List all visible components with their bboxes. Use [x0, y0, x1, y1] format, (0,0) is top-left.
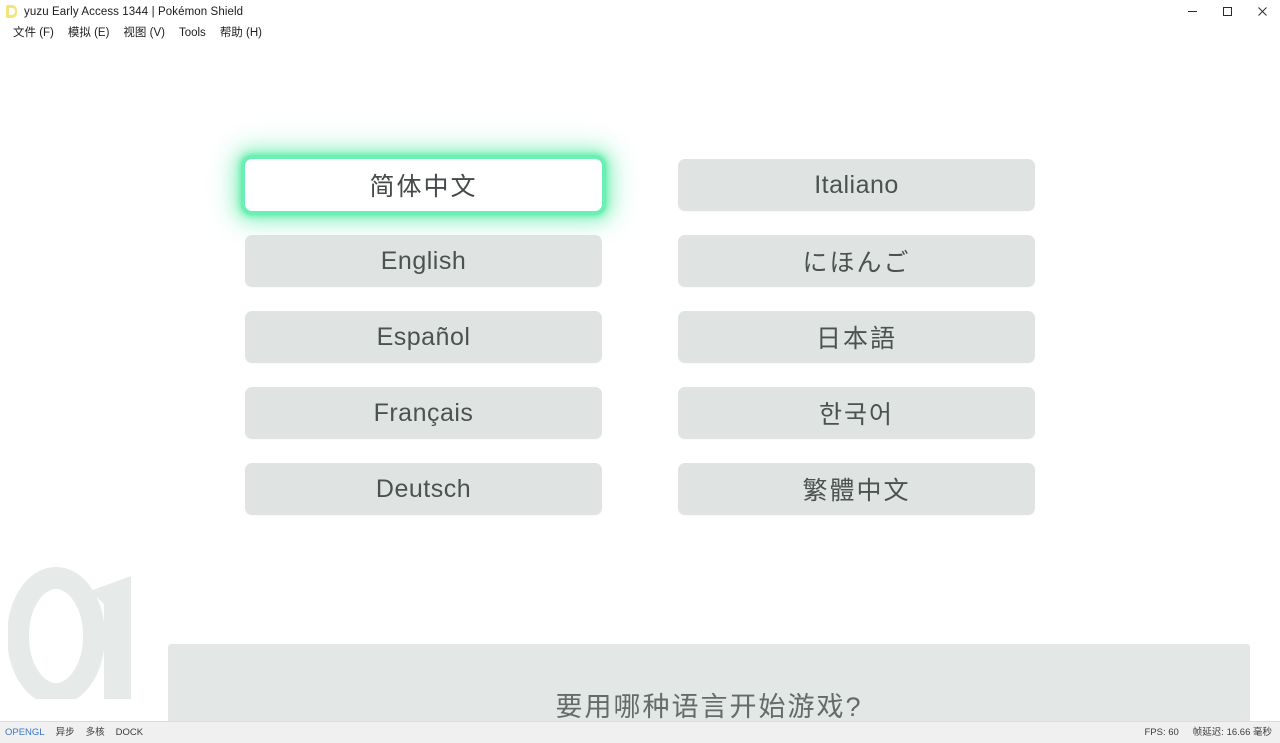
language-button-label: 日本語 — [815, 325, 897, 353]
language-select-grid: 简体中文 Italiano English にほんご Español 日本語 F… — [245, 159, 1035, 515]
status-dock-mode[interactable]: DOCK — [116, 727, 143, 738]
language-button-label: English — [380, 246, 467, 275]
menu-item-help[interactable]: 帮助 (H) — [213, 25, 269, 42]
close-button[interactable] — [1245, 0, 1280, 23]
yuzu-logo-icon — [5, 5, 18, 18]
language-button-label: Español — [376, 322, 471, 351]
menu-bar: 文件 (F) 模拟 (E) 视图 (V) Tools 帮助 (H) — [0, 24, 1280, 44]
game-render-surface[interactable]: 简体中文 Italiano English にほんご Español 日本語 F… — [0, 44, 1280, 721]
language-button-label: 繁體中文 — [802, 477, 911, 505]
menu-item-file[interactable]: 文件 (F) — [6, 25, 61, 42]
chapter-number-watermark — [8, 567, 131, 699]
status-bar-right: FPS: 60 帧延迟: 16.66 毫秒 — [1144, 727, 1272, 738]
menu-item-emulation[interactable]: 模拟 (E) — [61, 25, 117, 42]
maximize-button[interactable] — [1210, 0, 1245, 23]
language-button-label: Français — [373, 398, 474, 427]
language-button-english[interactable]: English — [245, 235, 602, 287]
prompt-text: 要用哪种语言开始游戏? — [555, 691, 863, 722]
language-button-traditional-chinese[interactable]: 繁體中文 — [678, 463, 1035, 515]
language-button-espanol[interactable]: Español — [245, 311, 602, 363]
language-button-label: にほんご — [802, 249, 911, 277]
menu-item-tools[interactable]: Tools — [172, 25, 213, 42]
language-button-korean[interactable]: 한국어 — [678, 387, 1035, 439]
title-bar: yuzu Early Access 1344 | Pokémon Shield — [0, 0, 1280, 24]
window-title: yuzu Early Access 1344 | Pokémon Shield — [24, 5, 244, 18]
language-button-francais[interactable]: Français — [245, 387, 602, 439]
language-button-label: 简体中文 — [369, 173, 478, 201]
yuzu-emulator-window: yuzu Early Access 1344 | Pokémon Shield … — [0, 0, 1280, 743]
prompt-panel: 要用哪种语言开始游戏? — [168, 644, 1250, 721]
status-multicore[interactable]: 多核 — [86, 727, 105, 738]
status-bar-left: OPENGL 异步 多核 DOCK — [5, 727, 143, 738]
status-renderer[interactable]: OPENGL — [5, 727, 45, 738]
language-button-japanese-kanji[interactable]: 日本語 — [678, 311, 1035, 363]
language-button-deutsch[interactable]: Deutsch — [245, 463, 602, 515]
language-button-label: 한국어 — [818, 401, 894, 429]
language-button-italiano[interactable]: Italiano — [678, 159, 1035, 211]
minimize-button[interactable] — [1175, 0, 1210, 23]
menu-item-view[interactable]: 视图 (V) — [116, 25, 172, 42]
status-bar: OPENGL 异步 多核 DOCK FPS: 60 帧延迟: 16.66 毫秒 — [0, 721, 1280, 743]
status-frametime: 帧延迟: 16.66 毫秒 — [1192, 727, 1272, 738]
status-fps: FPS: 60 — [1144, 727, 1179, 738]
language-button-label: Deutsch — [375, 474, 472, 503]
status-async-shaders[interactable]: 异步 — [56, 727, 75, 738]
language-button-japanese-kana[interactable]: にほんご — [678, 235, 1035, 287]
language-button-label: Italiano — [814, 170, 899, 199]
language-button-simplified-chinese[interactable]: 简体中文 — [245, 159, 602, 211]
window-controls — [1175, 0, 1280, 23]
